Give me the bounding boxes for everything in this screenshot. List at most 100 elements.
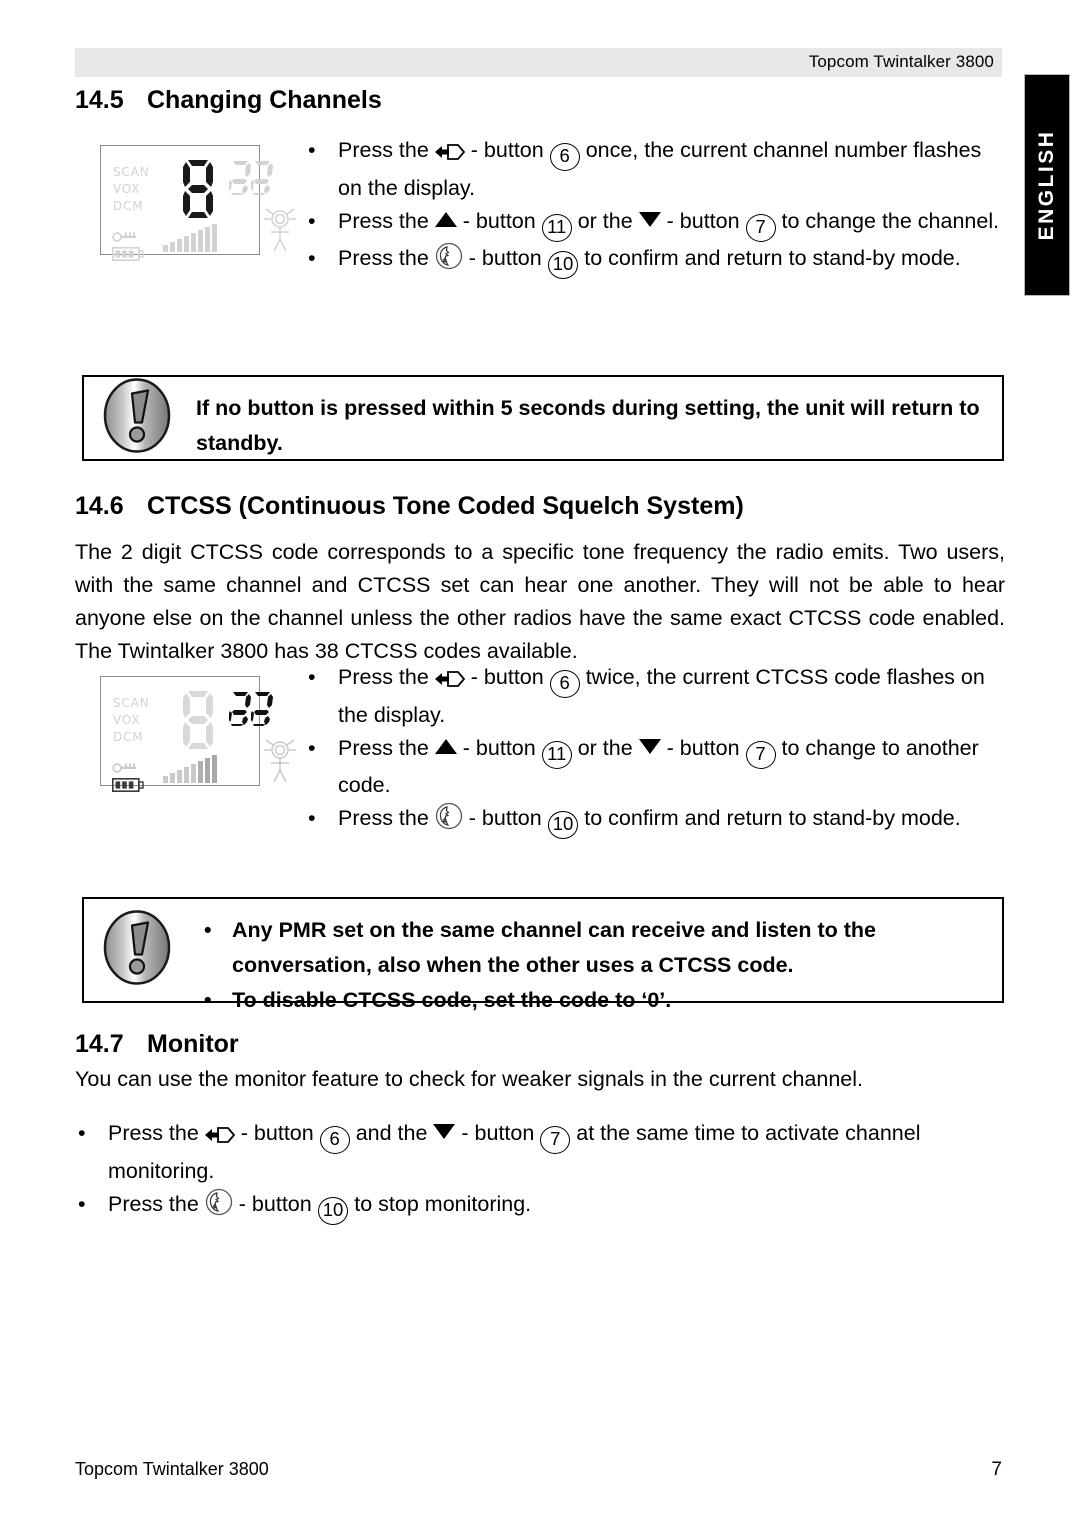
- button-ref-badge: 11: [541, 741, 572, 769]
- bullet-dot: •: [204, 988, 212, 1012]
- note-item-text: To disable CTCSS code, set the code to ‘…: [232, 988, 672, 1012]
- button-ref-badge: 6: [549, 670, 580, 698]
- lcd-digit-channel: [181, 689, 215, 756]
- list-item: • Press the - button 6 twice, the curren…: [290, 661, 1005, 732]
- list-item: • Press the - button 10 to confirm and r…: [290, 242, 1005, 280]
- lcd-label-vox: VOX: [113, 713, 141, 727]
- bullet-mid2: - button: [461, 1121, 535, 1145]
- button-ref-badge: 6: [549, 143, 580, 171]
- key-lock-icon: [112, 761, 138, 779]
- bullet-pre: Press the: [338, 736, 429, 760]
- button-ref-badge: 10: [547, 251, 579, 279]
- triangle-down-icon: [638, 739, 661, 754]
- footer-page-number: 7: [991, 1459, 1002, 1480]
- button-ref-badge: 7: [745, 741, 776, 769]
- bullet-mid: - button: [468, 806, 542, 830]
- heading-number: 14.7: [75, 1030, 124, 1058]
- paragraph-ctcss: The 2 digit CTCSS code corresponds to a …: [75, 540, 1005, 663]
- button-ref-badge: 7: [745, 214, 776, 242]
- list-item: • Press the - button 6 once, the current…: [290, 134, 1005, 205]
- bullet-list-ctcss: • Press the - button 6 twice, the curren…: [290, 661, 1005, 840]
- bullet-conj: or the: [577, 209, 633, 233]
- list-item: • Press the - button 11 or the - button …: [290, 205, 1005, 242]
- exclamation-icon: [98, 377, 176, 460]
- bullet-mid: - button: [470, 665, 544, 689]
- bullet-mid: - button: [470, 138, 544, 162]
- bullet-dot: •: [78, 1121, 86, 1145]
- ptt-call-icon: [435, 802, 463, 840]
- bullet-pre: Press the: [338, 246, 429, 270]
- button-ref-badge: 6: [319, 1126, 350, 1154]
- bullet-dot: •: [78, 1192, 86, 1216]
- paragraph-monitor: You can use the monitor feature to check…: [75, 1067, 863, 1091]
- bullet-dot: •: [308, 736, 316, 760]
- triangle-down-icon: [638, 212, 661, 227]
- menu-mode-icon: [204, 1122, 235, 1155]
- list-item: • Press the - button 6 and the - button …: [60, 1117, 1010, 1188]
- triangle-up-icon: [434, 739, 457, 754]
- triangle-up-icon: [434, 212, 457, 227]
- bullet-mid: - button: [462, 209, 536, 233]
- page-header-band: Topcom Twintalker 3800: [75, 48, 1002, 77]
- bullet-mid2: - button: [666, 209, 740, 233]
- heading-number: 14.6: [75, 492, 124, 520]
- document-page: Topcom Twintalker 3800 ENGLISH 14.5 Chang…: [0, 0, 1080, 1527]
- lcd-label-dcm: DCM: [113, 199, 144, 213]
- signal-strength-bars: [163, 753, 225, 788]
- heading-number: 14.5: [75, 86, 124, 114]
- heading-text: Changing Channels: [147, 86, 382, 114]
- lcd-label-scan: SCAN: [113, 696, 150, 710]
- note-text-list: • Any PMR set on the same channel can re…: [196, 899, 1002, 1032]
- heading-changing-channels: 14.5 Changing Channels: [75, 86, 382, 115]
- footer-product-name: Topcom Twintalker 3800: [75, 1459, 269, 1479]
- heading-monitor: 14.7 Monitor: [75, 1030, 239, 1059]
- note-box-ctcss: • Any PMR set on the same channel can re…: [82, 897, 1004, 1012]
- bullet-list-monitor: • Press the - button 6 and the - button …: [60, 1117, 1010, 1226]
- menu-mode-icon: [434, 666, 465, 699]
- bullet-mid2: - button: [666, 736, 740, 760]
- exclamation-icon: [98, 909, 176, 992]
- button-ref-badge: 10: [547, 811, 579, 839]
- heading-ctcss: 14.6 CTCSS (Continuous Tone Coded Squelch…: [75, 492, 744, 521]
- bullet-post: to confirm and return to stand-by mode.: [584, 806, 961, 830]
- signal-strength-bars: [163, 222, 225, 257]
- ptt-call-icon: [205, 1188, 233, 1226]
- battery-icon: [112, 247, 144, 266]
- bullet-pre: Press the: [338, 209, 429, 233]
- key-lock-icon: [112, 230, 138, 248]
- button-ref-badge: 11: [541, 214, 572, 242]
- bullet-pre: Press the: [108, 1192, 199, 1216]
- language-tab-label: ENGLISH: [1035, 129, 1058, 241]
- lcd-digit-ctcss: [229, 160, 273, 201]
- bullet-dot: •: [204, 918, 212, 942]
- bullet-dot: •: [308, 665, 316, 689]
- bullet-dot: •: [308, 138, 316, 162]
- bullet-mid: - button: [240, 1121, 314, 1145]
- bullet-pre: Press the: [338, 806, 429, 830]
- bullet-post: to stop monitoring.: [354, 1192, 532, 1216]
- note-box-standby: If no button is pressed within 5 seconds…: [82, 375, 1004, 461]
- note-item-text: Any PMR set on the same channel can rece…: [232, 918, 876, 977]
- lcd-display-channel: SCAN VOX DCM: [100, 145, 296, 261]
- bullet-mid: - button: [462, 736, 536, 760]
- bullet-list-changing-channels: • Press the - button 6 once, the current…: [290, 134, 1005, 280]
- bullet-mid: - button: [468, 246, 542, 270]
- lcd-digit-channel: [181, 158, 215, 225]
- bullet-mid: - button: [238, 1192, 312, 1216]
- bullet-pre: Press the: [338, 665, 429, 689]
- heading-text: CTCSS (Continuous Tone Coded Squelch Sys…: [147, 492, 744, 520]
- bullet-pre: Press the: [338, 138, 429, 162]
- lcd-digit-ctcss: [229, 691, 273, 732]
- lcd-label-scan: SCAN: [113, 165, 150, 179]
- battery-icon: [112, 778, 144, 797]
- list-item: • Press the - button 11 or the - button …: [290, 732, 1005, 802]
- bullet-dot: •: [308, 806, 316, 830]
- bullet-pre: Press the: [108, 1121, 199, 1145]
- bullet-post: to change the channel.: [781, 209, 1000, 233]
- bullet-conj: or the: [577, 736, 633, 760]
- menu-mode-icon: [434, 139, 465, 172]
- list-item: • To disable CTCSS code, set the code to…: [196, 983, 986, 1018]
- heading-text: Monitor: [147, 1030, 239, 1058]
- list-item: • Any PMR set on the same channel can re…: [196, 913, 986, 983]
- triangle-down-icon: [433, 1124, 456, 1139]
